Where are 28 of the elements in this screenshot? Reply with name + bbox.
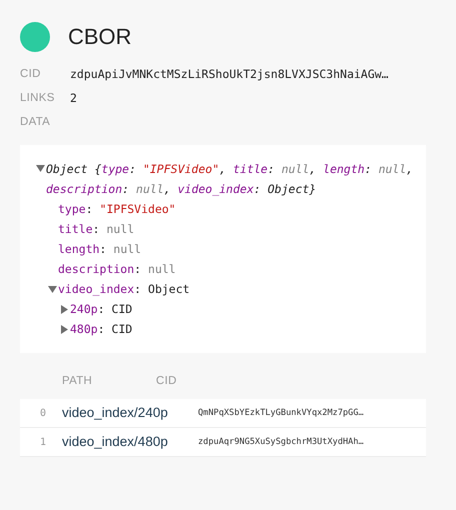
link-cid: QmNPqXSbYEzkTLyGBunkVYqx2Mz7pGG… [198,406,364,420]
property-entry: title: null [58,222,134,236]
link-path[interactable]: video_index/480p [62,432,198,452]
property-entry[interactable]: 480p: CID [70,322,132,336]
node-title: CBOR [68,23,132,51]
property-entry: length: null [58,242,142,256]
column-header: CID [156,374,178,390]
link-path[interactable]: video_index/240p [62,402,198,424]
column-header: PATH [61,374,94,390]
row-index: 0 [39,406,48,420]
field-value: zdpuApiJvMNKctMSzLiRShoUkT2jsn8LVXJSC3hNaiAGw… [70,66,388,84]
property-entry[interactable]: video_index: Object [58,282,190,296]
object-summary: Object {type: "IPFSVideo", title: null, length: null, description: null, video_index: Object} [46,161,414,198]
link-cid: zdpuAqr9NG5XuSySgbchrM3UtXydHAh… [198,436,364,448]
collapsed-triangle-icon[interactable] [60,305,69,314]
field-value: 2 [70,90,77,108]
expanded-triangle-icon[interactable] [48,285,57,294]
expanded-triangle-icon[interactable] [36,164,45,173]
property-entry: description: null [58,262,176,276]
field-label: DATA [20,115,52,130]
link-row[interactable]: 1 video_index/480p zdpuAqr9NG5XuSySgbchrM3UtXydHAh… [20,428,426,457]
property-entry[interactable]: 240p: CID [70,302,132,316]
collapsed-triangle-icon[interactable] [60,325,69,334]
property-entry: type: "IPFSVideo" [58,202,176,216]
field-label: LINKS [20,91,56,106]
field-label: CID [20,67,42,82]
link-row[interactable]: 0 video_index/240p QmNPqXSbYEzkTLyGBunkVYqx2Mz7pGG… [20,399,426,428]
row-index: 1 [39,436,48,450]
